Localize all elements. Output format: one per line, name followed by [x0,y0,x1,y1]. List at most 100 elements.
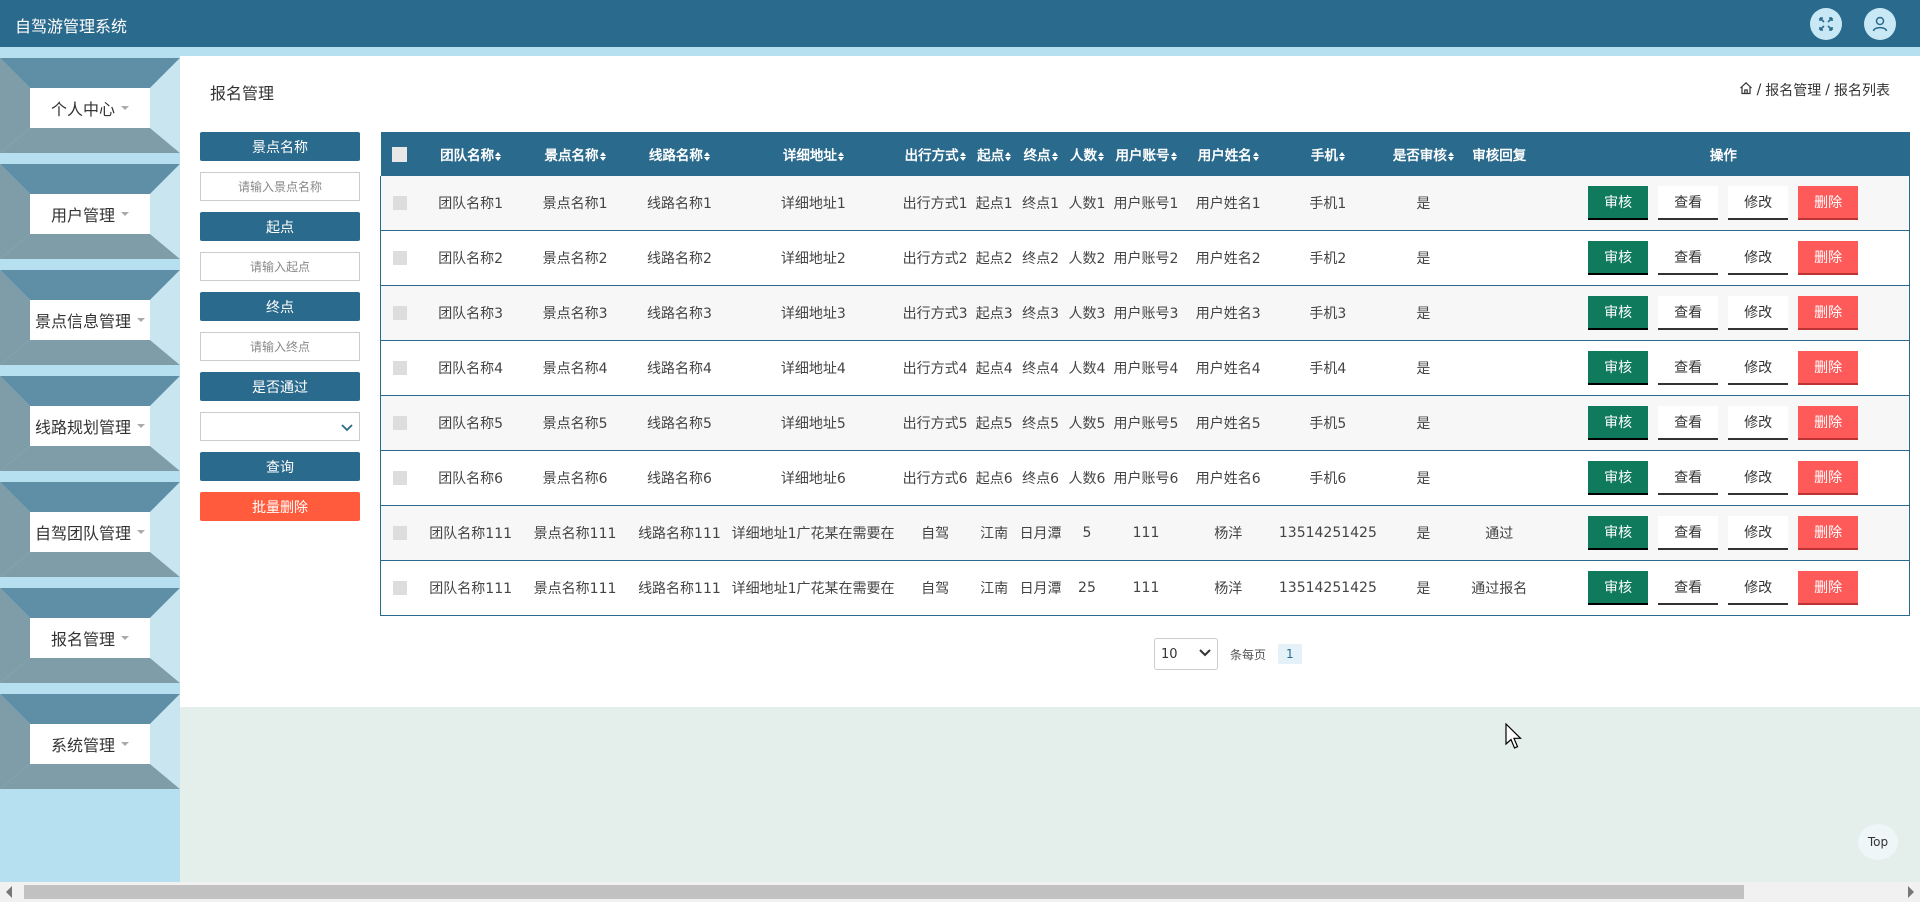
sort-icon[interactable] [1338,151,1345,161]
edit-button[interactable]: 修改 [1728,351,1789,385]
view-button[interactable]: 查看 [1658,241,1719,275]
table-cell: 人数3 [1067,285,1106,341]
row-checkbox[interactable] [392,361,407,375]
column-header[interactable]: 用户账号 [1105,132,1187,176]
sort-icon[interactable] [837,151,844,161]
column-header[interactable]: 是否审核 [1385,132,1462,176]
horizontal-scrollbar[interactable] [0,882,1920,902]
user-avatar-icon[interactable] [1864,8,1896,40]
delete-button[interactable]: 删除 [1798,461,1859,495]
column-header[interactable]: 用户姓名 [1186,132,1271,176]
column-header[interactable]: 详细地址 [731,132,896,176]
breadcrumb-item[interactable]: 报名管理 [1765,80,1821,100]
row-checkbox[interactable] [392,581,407,595]
view-button[interactable]: 查看 [1658,516,1719,550]
audit-button[interactable]: 审核 [1588,516,1649,550]
passed-select[interactable] [200,412,360,441]
audit-button[interactable]: 审核 [1588,186,1649,220]
column-header[interactable]: 线路名称 [627,132,732,176]
sidebar-item-label[interactable]: 个人中心 [30,88,150,128]
sort-icon[interactable] [1005,151,1012,161]
select-all-checkbox[interactable] [391,146,407,162]
column-header[interactable]: 景点名称 [522,132,628,176]
sidebar-item-label[interactable]: 线路规划管理 [30,406,150,446]
delete-button[interactable]: 删除 [1798,516,1859,550]
row-checkbox-cell [380,340,419,396]
column-header[interactable]: 起点 [975,132,1014,176]
edit-button[interactable]: 修改 [1728,241,1789,275]
scenic-name-input[interactable] [200,172,360,201]
delete-button[interactable]: 删除 [1798,571,1859,605]
edit-button[interactable]: 修改 [1728,406,1789,440]
edit-button[interactable]: 修改 [1728,571,1789,605]
view-button[interactable]: 查看 [1658,296,1719,330]
column-header[interactable]: 出行方式 [895,132,976,176]
sidebar-item-registration[interactable]: 报名管理 [0,588,180,683]
audit-button[interactable]: 审核 [1588,296,1649,330]
sidebar-item-label[interactable]: 自驾团队管理 [30,512,150,552]
edit-button[interactable]: 修改 [1728,516,1789,550]
home-icon[interactable] [1739,81,1753,99]
sidebar-item-route-planning[interactable]: 线路规划管理 [0,376,180,471]
edit-button[interactable]: 修改 [1728,461,1789,495]
row-checkbox[interactable] [392,306,407,320]
sort-icon[interactable] [495,151,502,161]
row-checkbox[interactable] [392,251,407,265]
row-checkbox[interactable] [392,416,407,430]
delete-button[interactable]: 删除 [1798,351,1859,385]
sort-icon[interactable] [1447,151,1454,161]
sidebar-item-scenic-info[interactable]: 景点信息管理 [0,270,180,365]
view-button[interactable]: 查看 [1658,461,1719,495]
view-button[interactable]: 查看 [1658,406,1719,440]
end-input[interactable] [200,332,360,361]
table-cell: 通过 [1461,505,1538,561]
column-header[interactable]: 人数 [1067,132,1106,176]
audit-button[interactable]: 审核 [1588,571,1649,605]
delete-button[interactable]: 删除 [1798,186,1859,220]
edit-button[interactable]: 修改 [1728,296,1789,330]
row-checkbox[interactable] [392,526,407,540]
audit-button[interactable]: 审核 [1588,406,1649,440]
start-input[interactable] [200,252,360,281]
sort-icon[interactable] [703,151,710,161]
sort-icon[interactable] [1170,151,1177,161]
sidebar-item-label[interactable]: 报名管理 [30,618,150,658]
delete-button[interactable]: 删除 [1798,241,1859,275]
scrollbar-thumb[interactable] [24,885,1744,899]
audit-button[interactable]: 审核 [1588,241,1649,275]
row-checkbox[interactable] [392,196,407,210]
scroll-left-icon[interactable] [6,886,12,898]
sort-icon[interactable] [599,151,606,161]
sort-icon[interactable] [1097,151,1104,161]
sidebar-item-team-management[interactable]: 自驾团队管理 [0,482,180,577]
view-button[interactable]: 查看 [1658,571,1719,605]
query-button[interactable]: 查询 [200,452,360,481]
delete-button[interactable]: 删除 [1798,296,1859,330]
sidebar-item-label[interactable]: 景点信息管理 [30,300,150,340]
column-header[interactable]: 终点 [1013,132,1068,176]
column-header[interactable]: 手机 [1270,132,1386,176]
back-to-top-button[interactable]: Top [1858,824,1898,860]
sort-icon[interactable] [1051,151,1058,161]
view-button[interactable]: 查看 [1658,351,1719,385]
edit-button[interactable]: 修改 [1728,186,1789,220]
fullscreen-icon[interactable] [1810,8,1842,40]
row-checkbox[interactable] [392,471,407,485]
batch-delete-button[interactable]: 批量删除 [200,492,360,521]
delete-button[interactable]: 删除 [1798,406,1859,440]
audit-button[interactable]: 审核 [1588,351,1649,385]
column-header: 操作 [1537,132,1910,176]
page-size-select[interactable]: 10 [1154,638,1218,670]
sidebar-item-label[interactable]: 用户管理 [30,194,150,234]
sidebar-item-label[interactable]: 系统管理 [30,724,150,764]
scroll-right-icon[interactable] [1908,886,1914,898]
sidebar-item-personal-center[interactable]: 个人中心 [0,58,180,153]
sort-icon[interactable] [959,151,966,161]
sidebar-item-system[interactable]: 系统管理 [0,694,180,789]
page-number[interactable]: 1 [1278,644,1302,664]
column-header[interactable]: 团队名称 [418,132,523,176]
audit-button[interactable]: 审核 [1588,461,1649,495]
sidebar-item-user-management[interactable]: 用户管理 [0,164,180,259]
view-button[interactable]: 查看 [1658,186,1719,220]
sort-icon[interactable] [1252,151,1259,161]
